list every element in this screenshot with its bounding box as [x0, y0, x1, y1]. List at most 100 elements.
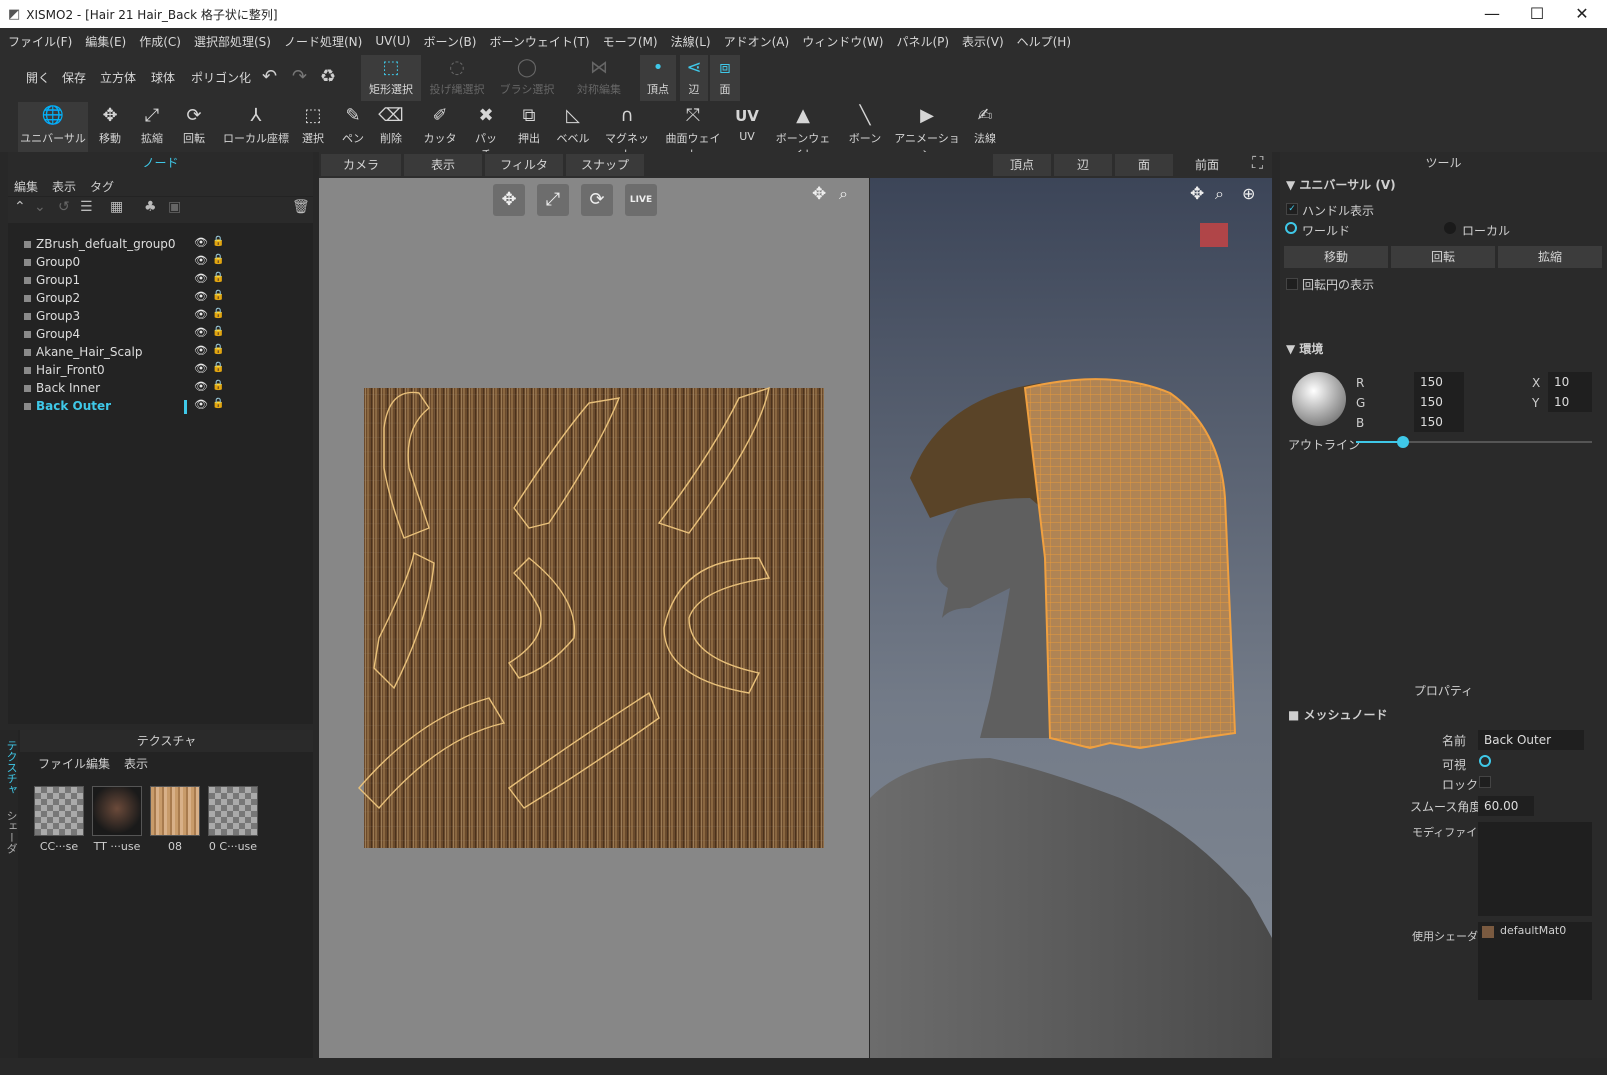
- menu-window[interactable]: ウィンドウ(W): [802, 33, 883, 50]
- node-menu-view[interactable]: 表示: [52, 178, 76, 195]
- tool-extrude[interactable]: ⧉ 押出: [514, 102, 544, 152]
- tab-camera[interactable]: カメラ: [321, 154, 401, 176]
- eye-icon[interactable]: 👁: [194, 326, 208, 339]
- texture-thumb[interactable]: [208, 786, 258, 836]
- eye-icon[interactable]: 👁: [194, 272, 208, 285]
- tab-front[interactable]: 前面: [1177, 154, 1237, 176]
- close-button[interactable]: ✕: [1559, 0, 1605, 28]
- move-down-icon[interactable]: ⌄: [34, 199, 46, 215]
- view-cube-icon[interactable]: ⛶: [1252, 153, 1263, 173]
- refresh-icon[interactable]: ↺: [58, 199, 70, 215]
- texture-menu-view[interactable]: 表示: [124, 755, 148, 772]
- tab-vertex[interactable]: 頂点: [993, 154, 1051, 176]
- tree-row[interactable]: ZBrush_defualt_group0 👁 🔒: [8, 236, 313, 254]
- tool-rotate[interactable]: ⟳ 回転: [176, 102, 212, 152]
- uv-editor[interactable]: ✥ ⤢ ⟳ LIVE ✥ ⌕: [319, 178, 869, 1058]
- tree-row[interactable]: Back Inner 👁 🔒: [8, 380, 313, 398]
- lock-icon[interactable]: 🔒: [212, 344, 224, 355]
- tool-pen[interactable]: ✎ ペン: [338, 102, 368, 152]
- eye-icon[interactable]: 👁: [194, 398, 208, 411]
- tool-bone-weight[interactable]: ▲ボーンウェイト: [772, 102, 834, 161]
- symmetric-edit-button[interactable]: ⋈ 対称編集: [568, 55, 630, 101]
- eye-icon[interactable]: 👁: [194, 344, 208, 357]
- maximize-button[interactable]: ☐: [1514, 0, 1560, 28]
- uv-live-button[interactable]: LIVE: [625, 184, 657, 216]
- menu-boneweight[interactable]: ボーンウェイト(T): [489, 33, 589, 50]
- lock-icon[interactable]: 🔒: [212, 398, 224, 409]
- lock-icon[interactable]: 🔒: [212, 362, 224, 373]
- menu-create[interactable]: 作成(C): [139, 33, 181, 50]
- trash-icon[interactable]: 🗑: [292, 199, 310, 215]
- side-tab-texture[interactable]: テクスチャ: [3, 740, 19, 795]
- tool-bone[interactable]: ╲ ボーン: [848, 102, 882, 152]
- world-radio[interactable]: [1285, 222, 1297, 234]
- menu-panel[interactable]: パネル(P): [896, 33, 949, 50]
- eye-icon[interactable]: 👁: [194, 308, 208, 321]
- group-icon[interactable]: ♣: [144, 199, 157, 215]
- lock-checkbox[interactable]: [1479, 776, 1491, 788]
- tool-surface-weight[interactable]: ⤧曲面ウェイト: [664, 102, 722, 161]
- lock-icon[interactable]: 🔒: [212, 272, 224, 283]
- node-menu-tag[interactable]: タグ: [90, 178, 114, 195]
- vertex-mode-button[interactable]: • 頂点: [640, 55, 676, 101]
- box-icon[interactable]: ▣: [168, 199, 181, 215]
- menu-node[interactable]: ノード処理(N): [284, 33, 362, 50]
- tool-move[interactable]: ✥ 移動: [92, 102, 128, 152]
- tool-scale-button[interactable]: 拡縮: [1498, 246, 1602, 268]
- redo-icon[interactable]: ↷: [292, 66, 307, 87]
- tree-row[interactable]: Hair_Front0 👁 🔒: [8, 362, 313, 380]
- polygonize-button[interactable]: ポリゴン化: [191, 69, 251, 86]
- uv-move-button[interactable]: ✥: [493, 184, 525, 216]
- tool-patch[interactable]: ✖パッチ: [470, 102, 502, 161]
- tab-display[interactable]: 表示: [404, 154, 482, 176]
- edge-mode-button[interactable]: ⋖ 辺: [680, 55, 708, 101]
- shader-list[interactable]: defaultMat0: [1478, 922, 1592, 1000]
- modifier-list[interactable]: [1478, 822, 1592, 916]
- pan-icon[interactable]: ✥: [1190, 184, 1204, 204]
- face-mode-button[interactable]: ⧈ 面: [710, 55, 740, 101]
- tab-face[interactable]: 面: [1115, 154, 1173, 176]
- menu-addon[interactable]: アドオン(A): [724, 33, 790, 50]
- g-input[interactable]: 150: [1414, 392, 1464, 412]
- menu-morph[interactable]: モーフ(M): [603, 33, 658, 50]
- y-input[interactable]: 10: [1548, 392, 1592, 412]
- texture-menu-file[interactable]: ファイル: [38, 755, 86, 772]
- tab-edge[interactable]: 辺: [1054, 154, 1112, 176]
- brush-select-button[interactable]: ◯ ブラシ選択: [494, 55, 560, 101]
- rect-select-button[interactable]: ⬚ 矩形選択: [361, 55, 421, 101]
- name-input[interactable]: Back Outer: [1478, 730, 1584, 750]
- lasso-select-button[interactable]: ◌ 投げ縄選択: [424, 55, 490, 101]
- tool-local-coords[interactable]: ⅄ ローカル座標: [222, 102, 290, 152]
- lock-icon[interactable]: 🔒: [212, 308, 224, 319]
- eye-icon[interactable]: 👁: [194, 290, 208, 303]
- list-icon[interactable]: ☰: [80, 199, 93, 215]
- lock-icon[interactable]: 🔒: [212, 326, 224, 337]
- menu-selection[interactable]: 選択部処理(S): [194, 33, 271, 50]
- texture-thumb[interactable]: [34, 786, 84, 836]
- 3d-viewport[interactable]: ✥ ⌕ ⊕: [870, 178, 1272, 1058]
- lock-icon[interactable]: 🔒: [212, 290, 224, 301]
- tree-row[interactable]: Group2 👁 🔒: [8, 290, 313, 308]
- tool-universal[interactable]: 🌐 ユニバーサル: [18, 102, 88, 152]
- eye-icon[interactable]: 👁: [194, 236, 208, 249]
- orbit-icon[interactable]: ⊕: [1242, 184, 1255, 203]
- tool-uv[interactable]: UV UV: [734, 102, 760, 152]
- uv-scale-button[interactable]: ⤢: [537, 184, 569, 216]
- menu-help[interactable]: ヘルプ(H): [1017, 33, 1071, 50]
- menu-edit[interactable]: 編集(E): [85, 33, 126, 50]
- b-input[interactable]: 150: [1414, 412, 1464, 432]
- tree-row-selected[interactable]: Back Outer 👁 🔒: [8, 398, 313, 416]
- tool-move-button[interactable]: 移動: [1284, 246, 1388, 268]
- rot-circle-checkbox[interactable]: [1286, 278, 1298, 290]
- tool-scale[interactable]: ⤢ 拡縮: [134, 102, 170, 152]
- uv-rotate-button[interactable]: ⟳: [581, 184, 613, 216]
- r-input[interactable]: 150: [1414, 372, 1464, 392]
- tool-cutter[interactable]: ✐カッター: [420, 102, 460, 161]
- menu-file[interactable]: ファイル(F): [8, 33, 72, 50]
- tool-normal[interactable]: ✍ 法線: [970, 102, 1000, 152]
- minimize-button[interactable]: —: [1469, 0, 1515, 28]
- recycle-icon[interactable]: ♻: [320, 66, 336, 87]
- x-input[interactable]: 10: [1548, 372, 1592, 392]
- tab-filter[interactable]: フィルタ: [485, 154, 563, 176]
- node-menu-edit[interactable]: 編集: [14, 178, 38, 195]
